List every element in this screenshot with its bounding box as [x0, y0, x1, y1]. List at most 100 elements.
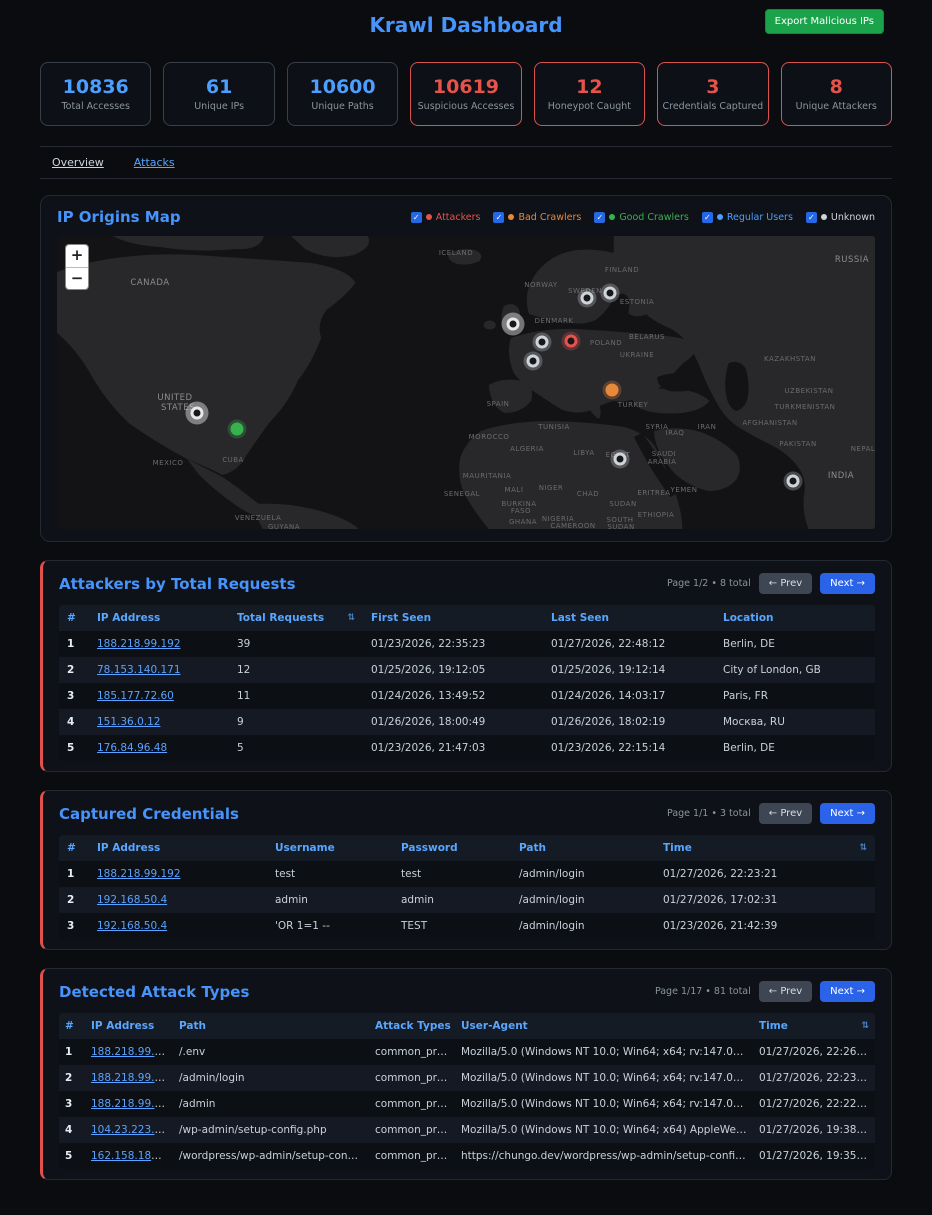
- column-header-attack-types[interactable]: Attack Types: [369, 1013, 455, 1039]
- legend-label: Good Crawlers: [619, 212, 689, 223]
- prev-button[interactable]: ← Prev: [759, 803, 812, 824]
- map-marker-unknown[interactable]: [527, 355, 540, 368]
- ip-link[interactable]: 162.158.182.104: [91, 1150, 173, 1162]
- legend-checkbox[interactable]: ✓: [806, 212, 817, 223]
- ip-link[interactable]: 188.218.99.192: [91, 1098, 173, 1110]
- cell-time: 01/23/2026, 21:42:39: [655, 913, 875, 939]
- cell-user-agent: https://chungo.dev/wordpress/wp-admin/se…: [455, 1143, 753, 1169]
- column-header-location[interactable]: Location: [715, 605, 875, 631]
- map-marker-unknown[interactable]: [507, 318, 520, 331]
- map-country-label: POLAND: [590, 339, 622, 347]
- row-index: 4: [59, 709, 89, 735]
- stat-value: 12: [576, 76, 602, 98]
- column-header-ip-address[interactable]: IP Address: [89, 835, 267, 861]
- map-marker-unknown[interactable]: [787, 475, 800, 488]
- page-info: Page 1/1 • 3 total: [667, 808, 751, 819]
- column-header-user-agent[interactable]: User-Agent: [455, 1013, 753, 1039]
- cell-first-seen: 01/23/2026, 22:35:23: [363, 631, 543, 657]
- map-country-label: SAUDI: [652, 450, 676, 458]
- stats-row: 10836Total Accesses61Unique IPs10600Uniq…: [40, 62, 892, 126]
- map-marker-unknown[interactable]: [536, 336, 549, 349]
- sort-icon[interactable]: ⇅: [861, 1021, 869, 1031]
- tab-attacks[interactable]: Attacks: [134, 156, 175, 169]
- cell-location: Paris, FR: [715, 683, 875, 709]
- column-header-time[interactable]: Time⇅: [753, 1013, 875, 1039]
- map-country-label: GHANA: [509, 518, 537, 526]
- map-country-label: RUSSIA: [835, 255, 869, 265]
- prev-button[interactable]: ← Prev: [759, 573, 812, 594]
- column-header-item[interactable]: #: [59, 605, 89, 631]
- column-header-item[interactable]: #: [59, 1013, 85, 1039]
- stat-value: 10619: [433, 76, 499, 98]
- column-header-first-seen[interactable]: First Seen: [363, 605, 543, 631]
- map-marker-attacker[interactable]: [565, 335, 578, 348]
- column-header-total-requests[interactable]: Total Requests⇅: [229, 605, 363, 631]
- column-header-ip-address[interactable]: IP Address: [85, 1013, 173, 1039]
- map-marker-unknown[interactable]: [604, 287, 617, 300]
- prev-button[interactable]: ← Prev: [759, 981, 812, 1002]
- cell-user-agent: Mozilla/5.0 (Windows NT 10.0; Win64; x64…: [455, 1091, 753, 1117]
- map-country-label: SUDAN: [609, 500, 636, 508]
- map-country-label: CAMEROON: [550, 522, 595, 529]
- next-button[interactable]: Next →: [820, 573, 875, 594]
- legend-item-attackers: ✓Attackers: [411, 212, 481, 223]
- section-title: Attackers by Total Requests: [59, 575, 296, 593]
- cell-total-requests: 9: [229, 709, 363, 735]
- column-header-path[interactable]: Path: [511, 835, 655, 861]
- ip-link[interactable]: 192.168.50.4: [97, 920, 167, 932]
- zoom-out-button[interactable]: −: [66, 267, 88, 289]
- legend-checkbox[interactable]: ✓: [493, 212, 504, 223]
- ip-link[interactable]: 188.218.99.192: [97, 868, 181, 880]
- ip-link[interactable]: 185.177.72.60: [97, 690, 174, 702]
- column-header-ip-address[interactable]: IP Address: [89, 605, 229, 631]
- ip-link[interactable]: 176.84.96.48: [97, 742, 167, 754]
- map-marker-unknown[interactable]: [614, 453, 627, 466]
- column-header-time[interactable]: Time⇅: [655, 835, 875, 861]
- cell-location: Berlin, DE: [715, 735, 875, 761]
- column-header-item[interactable]: #: [59, 835, 89, 861]
- next-button[interactable]: Next →: [820, 981, 875, 1002]
- column-header-username[interactable]: Username: [267, 835, 393, 861]
- tab-bar: Overview Attacks: [40, 146, 892, 179]
- sort-icon[interactable]: ⇅: [347, 613, 355, 623]
- pagination: Page 1/2 • 8 total ← Prev Next →: [667, 573, 875, 594]
- map-marker-unknown[interactable]: [191, 407, 204, 420]
- legend-checkbox[interactable]: ✓: [594, 212, 605, 223]
- ip-link[interactable]: 188.218.99.192: [97, 638, 181, 650]
- pagination: Page 1/17 • 81 total ← Prev Next →: [655, 981, 875, 1002]
- export-malicious-ips-button[interactable]: Export Malicious IPs: [765, 9, 884, 34]
- world-map[interactable]: + − ICELANDCANADANORWAYSWEDENFINLANDRUSS…: [57, 236, 875, 529]
- row-index: 3: [59, 683, 89, 709]
- map-marker-good-crawler[interactable]: [231, 423, 244, 436]
- legend-checkbox[interactable]: ✓: [411, 212, 422, 223]
- next-button[interactable]: Next →: [820, 803, 875, 824]
- ip-link[interactable]: 104.23.223.128: [91, 1124, 173, 1136]
- stat-label: Unique IPs: [194, 101, 244, 112]
- map-marker-unknown[interactable]: [581, 292, 594, 305]
- ip-link[interactable]: 192.168.50.4: [97, 894, 167, 906]
- map-country-label: NIGER: [539, 484, 564, 492]
- cell-password: test: [393, 861, 511, 887]
- ip-link[interactable]: 151.36.0.12: [97, 716, 160, 728]
- legend-checkbox[interactable]: ✓: [702, 212, 713, 223]
- map-country-label: VENEZUELA: [235, 514, 282, 522]
- table-header-row: #IP AddressUsernamePasswordPathTime⇅: [59, 835, 875, 861]
- ip-link[interactable]: 188.218.99.192: [91, 1072, 173, 1084]
- legend-dot-icon: [426, 214, 432, 220]
- sort-icon[interactable]: ⇅: [859, 843, 867, 853]
- column-header-last-seen[interactable]: Last Seen: [543, 605, 715, 631]
- stat-label: Unique Attackers: [796, 101, 877, 112]
- cell-last-seen: 01/27/2026, 22:48:12: [543, 631, 715, 657]
- cell-total-requests: 11: [229, 683, 363, 709]
- column-header-path[interactable]: Path: [173, 1013, 369, 1039]
- map-marker-bad-crawler[interactable]: [606, 384, 619, 397]
- cell-path: /wordpress/wp-admin/setup-config.php: [173, 1143, 369, 1169]
- section-header: Attackers by Total Requests Page 1/2 • 8…: [59, 573, 875, 594]
- cell-path: /.env: [173, 1039, 369, 1065]
- zoom-in-button[interactable]: +: [66, 245, 88, 267]
- ip-link[interactable]: 78.153.140.171: [97, 664, 181, 676]
- tab-overview[interactable]: Overview: [52, 156, 104, 169]
- map-panel-header: IP Origins Map ✓Attackers✓Bad Crawlers✓G…: [57, 208, 875, 226]
- ip-link[interactable]: 188.218.99.192: [91, 1046, 173, 1058]
- column-header-password[interactable]: Password: [393, 835, 511, 861]
